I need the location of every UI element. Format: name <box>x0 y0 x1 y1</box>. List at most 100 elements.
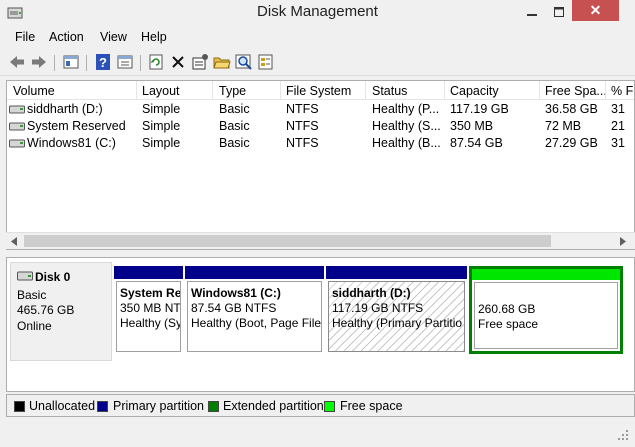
legend-label-extended: Extended partition <box>223 399 324 413</box>
refresh-icon <box>149 54 163 70</box>
minimize-button[interactable] <box>518 0 545 21</box>
toolbar-separator <box>54 55 55 71</box>
cell-status: Healthy (B... <box>372 136 441 150</box>
legend-swatch-primary <box>97 401 108 412</box>
settings-icon <box>192 54 208 70</box>
legend-label-unallocated: Unallocated <box>29 399 96 413</box>
maximize-button[interactable] <box>545 0 572 21</box>
table-row[interactable]: System Reserved Simple Basic NTFS Health… <box>7 118 634 135</box>
refresh-button[interactable] <box>147 53 167 73</box>
open-folder-button[interactable] <box>213 53 233 73</box>
cell-free-space: 72 MB <box>545 119 582 133</box>
partition-info: 260.68 GB Free space <box>474 282 618 349</box>
column-header-volume[interactable]: Volume <box>13 84 55 98</box>
cell-volume: System Reserved <box>27 119 126 133</box>
menu-help[interactable]: Help <box>141 30 167 44</box>
legend-label-free: Free space <box>340 399 403 413</box>
partition-status: Healthy (Boot, Page File <box>191 316 322 330</box>
column-header-free-space[interactable]: Free Spa... <box>545 84 607 98</box>
column-divider[interactable] <box>280 81 281 99</box>
cell-file-system: NTFS <box>286 119 319 133</box>
cell-percent-free: 21 <box>611 119 625 133</box>
cell-layout: Simple <box>142 136 181 150</box>
table-row[interactable]: siddharth (D:) Simple Basic NTFS Healthy… <box>7 101 634 118</box>
menu-action[interactable]: Action <box>49 30 84 44</box>
settings-button[interactable] <box>191 53 211 73</box>
back-button[interactable] <box>8 53 28 73</box>
scroll-right-arrow-icon[interactable] <box>619 237 627 246</box>
scroll-left-arrow-icon[interactable] <box>10 237 18 246</box>
maximize-icon <box>553 7 564 17</box>
column-header-percent-free[interactable]: % F <box>611 84 633 98</box>
disk-icon <box>17 271 33 281</box>
partition-status: Healthy (Primary Partitio <box>332 316 463 330</box>
resize-grip-icon[interactable] <box>617 429 629 441</box>
legend-swatch-free <box>324 401 335 412</box>
cell-capacity: 87.54 GB <box>450 136 503 150</box>
cell-file-system: NTFS <box>286 136 319 150</box>
volume-list: Volume Layout Type File System Status Ca… <box>6 80 635 250</box>
column-divider[interactable] <box>605 81 606 99</box>
scrollbar-thumb[interactable] <box>24 235 551 247</box>
cell-volume: siddharth (D:) <box>27 102 103 116</box>
back-arrow-icon <box>10 56 24 68</box>
cell-layout: Simple <box>142 102 181 116</box>
export-list-button[interactable] <box>257 53 277 73</box>
cell-type: Basic <box>219 102 250 116</box>
column-divider[interactable] <box>212 81 213 99</box>
column-divider[interactable] <box>365 81 366 99</box>
delete-button[interactable] <box>169 53 189 73</box>
cell-capacity: 117.19 GB <box>450 102 509 116</box>
cell-capacity: 350 MB <box>450 119 494 133</box>
drive-icon <box>9 105 25 114</box>
toolbar: ? <box>0 50 635 76</box>
partition-name: System Re <box>120 286 181 300</box>
close-icon: ✕ <box>589 2 602 18</box>
partition-system-reserved[interactable]: System Re 350 MB NTFS Healthy (Sy <box>114 266 183 354</box>
properties-icon <box>117 55 133 69</box>
partition-siddharth[interactable]: siddharth (D:) 117.19 GB NTFS Healthy (P… <box>326 266 467 354</box>
forward-arrow-icon <box>32 56 46 68</box>
partition-windows81[interactable]: Windows81 (C:) 87.54 GB NTFS Healthy (Bo… <box>185 266 324 354</box>
partition-size: 87.54 GB NTFS <box>191 301 277 315</box>
primary-partition-bar <box>326 266 467 279</box>
column-header-capacity[interactable]: Capacity <box>450 84 499 98</box>
cell-file-system: NTFS <box>286 102 319 116</box>
cell-status: Healthy (P... <box>372 102 440 116</box>
minimize-icon <box>526 14 537 16</box>
column-header-status[interactable]: Status <box>372 84 407 98</box>
cell-type: Basic <box>219 119 250 133</box>
legend-label-primary: Primary partition <box>113 399 204 413</box>
disk-state: Online <box>17 319 52 333</box>
disk-type: Basic <box>17 288 47 302</box>
cell-free-space: 27.29 GB <box>545 136 598 150</box>
column-header-type[interactable]: Type <box>219 84 246 98</box>
cell-status: Healthy (S... <box>372 119 441 133</box>
column-header-file-system[interactable]: File System <box>286 84 351 98</box>
primary-partition-bar <box>185 266 324 279</box>
table-row[interactable]: Windows81 (C:) Simple Basic NTFS Healthy… <box>7 135 634 152</box>
free-space-bar <box>472 269 620 280</box>
close-button[interactable]: ✕ <box>572 0 619 21</box>
menu-file[interactable]: File <box>15 30 35 44</box>
help-button[interactable]: ? <box>94 53 114 73</box>
find-icon <box>235 54 252 70</box>
column-divider[interactable] <box>444 81 445 99</box>
legend: Unallocated Primary partition Extended p… <box>6 394 635 417</box>
disk-label[interactable]: Disk 0 Basic 465.76 GB Online <box>10 262 112 361</box>
column-divider[interactable] <box>539 81 540 99</box>
horizontal-scrollbar[interactable] <box>6 232 635 249</box>
menu-view[interactable]: View <box>100 30 127 44</box>
cell-layout: Simple <box>142 119 181 133</box>
forward-button[interactable] <box>30 53 50 73</box>
column-header-layout[interactable]: Layout <box>142 84 180 98</box>
delete-icon <box>172 56 184 68</box>
partition-free-space[interactable]: 260.68 GB Free space <box>469 266 623 354</box>
partition-size: 260.68 GB <box>478 302 536 316</box>
cell-volume: Windows81 (C:) <box>27 136 116 150</box>
column-divider[interactable] <box>136 81 137 99</box>
find-button[interactable] <box>235 53 255 73</box>
properties-button[interactable] <box>116 53 136 73</box>
status-bar <box>0 419 635 447</box>
console-tree-button[interactable] <box>62 53 82 73</box>
